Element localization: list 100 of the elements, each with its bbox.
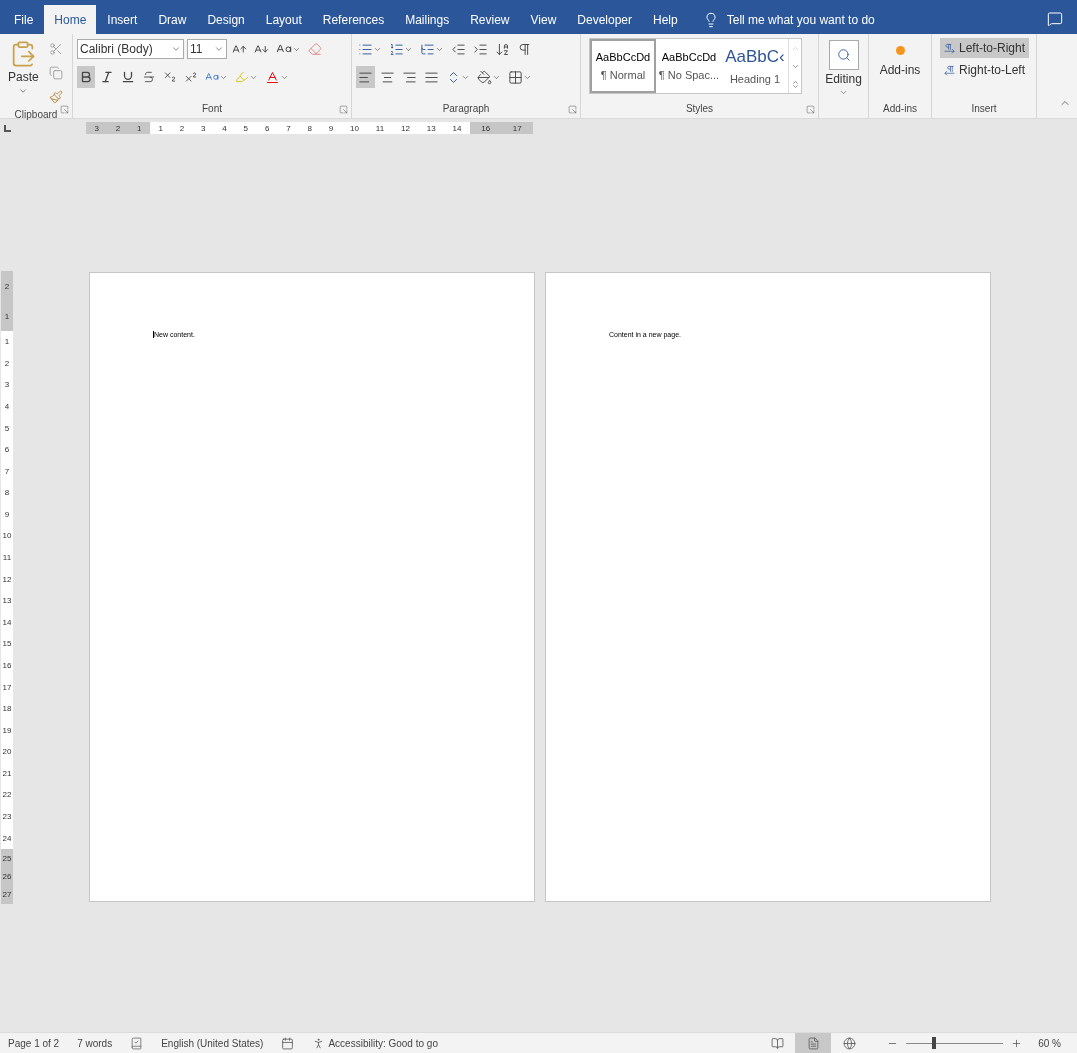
dot-icon	[895, 46, 905, 55]
ruler-number: 13	[2, 596, 12, 606]
pilcrow-icon	[517, 41, 532, 57]
ruler-number: 1	[137, 123, 142, 133]
ruler-number: 24	[2, 833, 12, 843]
ruler-number: 13	[426, 123, 436, 133]
ruler-number: 19	[2, 725, 12, 735]
ribbon-tab[interactable]: Layout	[255, 5, 312, 34]
tab-stop-icon[interactable]	[4, 124, 11, 132]
paint-bucket-icon	[477, 69, 492, 85]
zoom-level[interactable]: 60 %	[1038, 1037, 1061, 1049]
ribbon-tab[interactable]: Design	[197, 5, 255, 34]
caret-icon	[839, 88, 848, 97]
ruler-number: 10	[350, 123, 359, 133]
ribbon-tab[interactable]: Insert	[97, 5, 148, 34]
style-item[interactable]: AaBbCcDd ¶ Normal	[590, 39, 656, 93]
add-ins-button[interactable]: Add-ins	[875, 38, 925, 102]
group-label: Add-ins	[883, 102, 917, 116]
ribbon-tab[interactable]: Draw	[148, 5, 197, 34]
ruler-number: 2	[4, 358, 10, 368]
pilcrow-left-icon	[944, 64, 955, 76]
print-view-button[interactable]	[795, 1033, 832, 1053]
ruler-number: 20	[2, 747, 12, 757]
ruler-number: 26	[2, 872, 12, 881]
page-count[interactable]: Page 1 of 2	[8, 1037, 60, 1049]
decrease-indent-icon	[451, 41, 466, 57]
ruler-number: 17	[512, 123, 522, 133]
ruler-number: 10	[2, 531, 12, 541]
text-direction-button[interactable]: Right-to-Left	[940, 60, 1030, 80]
more-styles-button[interactable]	[790, 78, 800, 90]
ribbon-tab[interactable]: Developer	[567, 5, 643, 34]
paste-button[interactable]: Paste	[4, 38, 43, 108]
ruler-number: 5	[243, 123, 249, 133]
search-icon	[836, 48, 851, 62]
group-label: Paragraph	[442, 102, 490, 116]
text-direction-button[interactable]: Left-to-Right	[940, 38, 1030, 58]
accessibility-status[interactable]: Accessibility: Good to go	[328, 1037, 438, 1049]
eraser-icon	[308, 42, 322, 56]
zoom-slider-thumb[interactable]	[932, 1037, 937, 1049]
align-left-button[interactable]	[356, 66, 375, 88]
language-label[interactable]: English (United States)	[161, 1037, 264, 1049]
ribbon-tab[interactable]: File	[4, 5, 44, 34]
ruler-number: 8	[4, 488, 10, 498]
font-size-field[interactable]: 11	[187, 39, 227, 59]
ruler-number: 1	[4, 337, 10, 347]
ruler-number: 6	[4, 445, 10, 455]
ruler-number: 12	[401, 123, 410, 133]
ruler-number: 23	[2, 812, 12, 821]
group-label: Insert	[971, 102, 997, 116]
caret-icon	[18, 86, 29, 96]
subscript-icon	[163, 70, 177, 84]
align-justify-icon	[424, 69, 439, 85]
copy-icon	[48, 66, 63, 80]
caret-icon	[171, 44, 181, 54]
ruler-number: 3	[4, 380, 10, 390]
font-name-field[interactable]: Calibri (Body)	[77, 39, 184, 59]
ruler-number: 4	[222, 123, 227, 133]
expand-icon	[790, 79, 800, 89]
increase-indent-icon	[473, 41, 488, 57]
ribbon-tab[interactable]: Home	[44, 5, 97, 34]
ruler-number: 11	[375, 123, 385, 133]
superscript-icon	[184, 70, 198, 84]
strikethrough-icon	[142, 70, 156, 84]
ruler-number: 7	[4, 466, 10, 476]
ruler-number: 14	[452, 123, 462, 133]
tell-me-field[interactable]: Tell me what you want to do	[702, 5, 1045, 34]
ruler-number: 25	[2, 853, 12, 863]
bold-button[interactable]	[77, 66, 95, 88]
ruler-number: 16	[2, 660, 12, 670]
open-book-icon	[770, 1036, 784, 1050]
ruler-number: 9	[4, 509, 10, 519]
bold-icon	[79, 70, 93, 84]
grid-icon	[508, 69, 523, 85]
pilcrow-right-icon	[944, 42, 955, 54]
ruler-number: 11	[2, 553, 12, 563]
paintbrush-icon	[48, 90, 63, 104]
sort-icon	[495, 41, 510, 57]
group-label: Font	[202, 102, 222, 116]
calendar-icon	[281, 1036, 295, 1050]
ribbon-tab[interactable]: Review	[460, 5, 520, 34]
bullet-list-icon	[358, 41, 373, 57]
dialog-launcher-icon	[60, 105, 69, 114]
ruler-number: 22	[2, 790, 12, 800]
ribbon-tab[interactable]: References	[312, 5, 395, 34]
align-left-icon	[358, 69, 373, 85]
align-right-icon	[402, 69, 417, 85]
dialog-launcher-icon	[339, 105, 348, 114]
word-count[interactable]: 7 words	[77, 1037, 113, 1049]
ruler-number: 14	[2, 617, 12, 627]
underline-icon	[121, 70, 135, 84]
editing-button[interactable]: Editing	[821, 38, 866, 118]
ribbon-tab[interactable]: Help	[643, 5, 688, 34]
ribbon-tab[interactable]: View	[520, 5, 567, 34]
ribbon-tab[interactable]: Mailings	[395, 5, 460, 34]
ruler-number: 18	[2, 704, 12, 714]
globe-icon	[842, 1036, 856, 1050]
numbered-list-icon	[389, 41, 404, 57]
ruler-number: 27	[2, 890, 12, 900]
ruler-number: 8	[307, 123, 312, 133]
font-color-icon	[265, 69, 280, 85]
